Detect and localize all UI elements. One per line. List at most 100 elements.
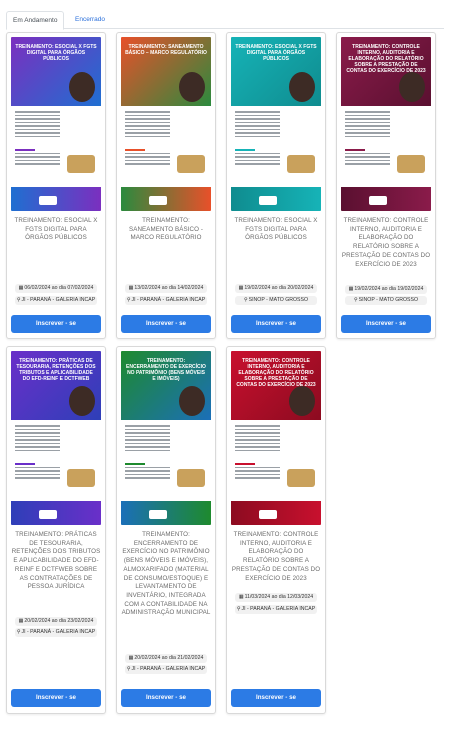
coffee-break-image (67, 155, 95, 173)
poster-header: TREINAMENTO: SANEAMENTO BÁSICO – MARCO R… (121, 37, 211, 106)
poster-footer (121, 187, 211, 211)
date-badge: ▦19/02/2024 ao dia 19/02/2024 (345, 285, 427, 294)
coffee-break-image (67, 469, 95, 487)
course-card: TREINAMENTO: ESOCIAL X FGTS DIGITAL PARA… (226, 32, 326, 339)
course-location: SINOP - MATO GROSSO (248, 297, 309, 303)
coffee-break-image (287, 155, 315, 173)
poster-schedule (15, 149, 60, 167)
course-title: TREINAMENTO: CONTROLE INTERNO, AUDITORIA… (341, 217, 431, 268)
course-card: TREINAMENTO: PRÁTICAS DE TESOURARIA, RET… (6, 346, 106, 714)
incap-logo (149, 510, 167, 519)
course-dates: 11/03/2024 ao dia 12/03/2024 (244, 594, 314, 600)
inscrever-button[interactable]: Inscrever - se (11, 689, 101, 707)
poster-description (15, 111, 60, 139)
poster-title: TREINAMENTO: CONTROLE INTERNO, AUDITORIA… (346, 44, 426, 74)
course-poster[interactable]: TREINAMENTO: ESOCIAL X FGTS DIGITAL PARA… (231, 37, 321, 211)
location-badge: ⚲JI - PARANÁ - GALERIA INCAP (235, 605, 317, 614)
poster-footer (121, 501, 211, 525)
instructor-photo (289, 386, 315, 416)
calendar-icon: ▦ (18, 285, 24, 291)
course-location: JI - PARANÁ - GALERIA INCAP (21, 297, 96, 303)
course-poster[interactable]: TREINAMENTO: SANEAMENTO BÁSICO – MARCO R… (121, 37, 211, 211)
coffee-break-image (287, 469, 315, 487)
poster-schedule (15, 463, 60, 481)
course-title: TREINAMENTO: ENCERRAMENTO DE EXERCÍCIO N… (121, 531, 211, 617)
tab-bar: Em Andamento Encerrado (6, 11, 444, 30)
date-badge: ▦06/02/2024 ao dia 07/02/2024 (15, 284, 97, 293)
poster-title: TREINAMENTO: SANEAMENTO BÁSICO – MARCO R… (125, 44, 207, 56)
poster-schedule (125, 149, 170, 167)
course-dates: 19/02/2024 ao dia 20/02/2024 (244, 285, 314, 291)
poster-header: TREINAMENTO: ENCERRAMENTO DE EXERCÍCIO N… (121, 351, 211, 420)
poster-title: TREINAMENTO: ESOCIAL X FGTS DIGITAL PARA… (235, 44, 317, 62)
calendar-icon: ▦ (128, 655, 134, 661)
poster-header: TREINAMENTO: CONTROLE INTERNO, AUDITORIA… (231, 351, 321, 420)
poster-description (125, 425, 170, 453)
location-badge: ⚲JI - PARANÁ - GALERIA INCAP (125, 665, 207, 674)
course-dates: 20/02/2024 ao dia 21/02/2024 (134, 655, 204, 661)
map-pin-icon: ⚲ (126, 666, 131, 672)
map-pin-icon: ⚲ (236, 606, 241, 612)
poster-header: TREINAMENTO: ESOCIAL X FGTS DIGITAL PARA… (231, 37, 321, 106)
poster-footer (231, 501, 321, 525)
poster-description (235, 425, 280, 453)
poster-description (235, 111, 280, 139)
course-poster[interactable]: TREINAMENTO: PRÁTICAS DE TESOURARIA, RET… (11, 351, 101, 525)
instructor-photo (289, 72, 315, 102)
course-dates: 06/02/2024 ao dia 07/02/2024 (24, 285, 94, 291)
date-badge: ▦20/02/2024 ao dia 21/02/2024 (125, 654, 207, 663)
coffee-break-image (397, 155, 425, 173)
tab-encerrado[interactable]: Encerrado (69, 11, 111, 28)
calendar-icon: ▦ (238, 594, 244, 600)
poster-header: TREINAMENTO: PRÁTICAS DE TESOURARIA, RET… (11, 351, 101, 420)
poster-title: TREINAMENTO: ESOCIAL X FGTS DIGITAL PARA… (15, 44, 97, 62)
inscrever-button[interactable]: Inscrever - se (11, 315, 101, 333)
incap-logo (259, 196, 277, 205)
calendar-icon: ▦ (348, 286, 354, 292)
incap-logo (39, 196, 57, 205)
location-badge: ⚲SINOP - MATO GROSSO (235, 296, 317, 305)
poster-schedule (345, 149, 390, 167)
poster-title: TREINAMENTO: CONTROLE INTERNO, AUDITORIA… (236, 358, 316, 388)
poster-header: TREINAMENTO: CONTROLE INTERNO, AUDITORIA… (341, 37, 431, 106)
course-card: TREINAMENTO: SANEAMENTO BÁSICO – MARCO R… (116, 32, 216, 339)
poster-header: TREINAMENTO: ESOCIAL X FGTS DIGITAL PARA… (11, 37, 101, 106)
poster-description (125, 111, 170, 139)
inscrever-button[interactable]: Inscrever - se (231, 689, 321, 707)
inscrever-button[interactable]: Inscrever - se (121, 315, 211, 333)
course-poster[interactable]: TREINAMENTO: ESOCIAL X FGTS DIGITAL PARA… (11, 37, 101, 211)
course-location: JI - PARANÁ - GALERIA INCAP (241, 606, 316, 612)
date-badge: ▦19/02/2024 ao dia 20/02/2024 (235, 284, 317, 293)
inscrever-button[interactable]: Inscrever - se (231, 315, 321, 333)
location-badge: ⚲SINOP - MATO GROSSO (345, 296, 427, 305)
poster-title: TREINAMENTO: ENCERRAMENTO DE EXERCÍCIO N… (126, 358, 206, 382)
tab-em-andamento[interactable]: Em Andamento (6, 11, 65, 30)
inscrever-button[interactable]: Inscrever - se (121, 689, 211, 707)
course-location: SINOP - MATO GROSSO (358, 297, 419, 303)
course-title: TREINAMENTO: ESOCIAL X FGTS DIGITAL PARA… (14, 217, 98, 242)
map-pin-icon: ⚲ (16, 297, 21, 303)
course-poster[interactable]: TREINAMENTO: ENCERRAMENTO DE EXERCÍCIO N… (121, 351, 211, 525)
poster-footer (341, 187, 431, 211)
map-pin-icon: ⚲ (126, 297, 131, 303)
location-badge: ⚲JI - PARANÁ - GALERIA INCAP (15, 628, 97, 637)
calendar-icon: ▦ (238, 285, 244, 291)
course-title: TREINAMENTO: PRÁTICAS DE TESOURARIA, RET… (11, 531, 101, 591)
incap-logo (149, 196, 167, 205)
calendar-icon: ▦ (128, 285, 134, 291)
poster-schedule (235, 463, 280, 481)
coffee-break-image (177, 155, 205, 173)
course-location: JI - PARANÁ - GALERIA INCAP (131, 666, 206, 672)
poster-description (15, 425, 60, 453)
inscrever-button[interactable]: Inscrever - se (341, 315, 431, 333)
poster-description (345, 111, 390, 139)
poster-schedule (235, 149, 280, 167)
map-pin-icon: ⚲ (353, 297, 358, 303)
incap-logo (259, 510, 277, 519)
course-poster[interactable]: TREINAMENTO: CONTROLE INTERNO, AUDITORIA… (231, 351, 321, 525)
course-card: TREINAMENTO: CONTROLE INTERNO, AUDITORIA… (336, 32, 436, 339)
course-dates: 13/02/2024 ao dia 14/02/2024 (134, 285, 204, 291)
course-dates: 19/02/2024 ao dia 19/02/2024 (354, 286, 424, 292)
incap-logo (39, 510, 57, 519)
course-poster[interactable]: TREINAMENTO: CONTROLE INTERNO, AUDITORIA… (341, 37, 431, 211)
